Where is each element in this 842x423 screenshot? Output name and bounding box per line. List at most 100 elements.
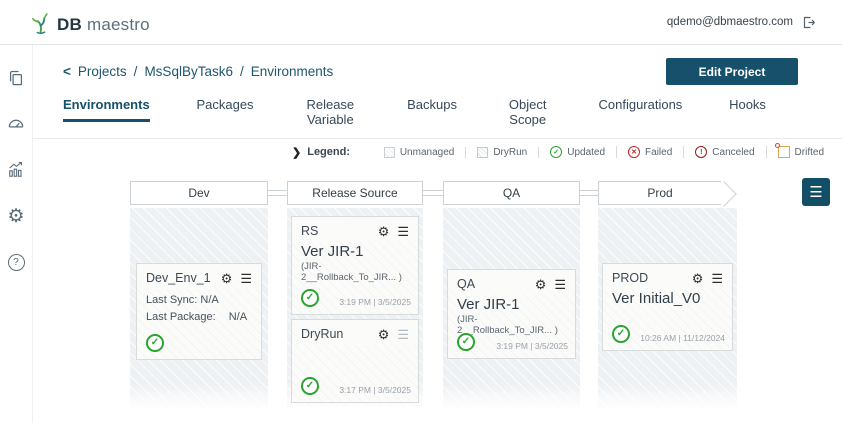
logout-icon[interactable] bbox=[801, 15, 816, 30]
last-package-line: Last Package:N/A bbox=[137, 306, 261, 323]
analytics-chart-icon bbox=[6, 160, 26, 180]
tab-label: Configurations bbox=[598, 97, 682, 119]
status-updated-icon: ✓ bbox=[457, 333, 475, 351]
card-title: PROD bbox=[612, 271, 648, 285]
legend-label: Legend: bbox=[307, 146, 350, 158]
card-icons: ⚙ ☰ bbox=[378, 225, 409, 238]
card-timestamp: 10:26 AM | 11/12/2024 bbox=[640, 333, 725, 343]
card-timestamp: 3:19 PM | 3/5/2025 bbox=[339, 297, 411, 307]
gear-icon[interactable]: ⚙ bbox=[378, 225, 390, 238]
sidebar-item-help[interactable]: ? bbox=[5, 251, 27, 273]
legend-item-drifted: Drifted bbox=[767, 146, 835, 158]
brand-logo[interactable]: DBmaestro bbox=[30, 9, 150, 35]
pipeline-menu-button[interactable]: ☰ bbox=[802, 178, 830, 206]
stage-connector bbox=[580, 190, 598, 196]
legend-item-label: Drifted bbox=[795, 147, 824, 158]
breadcrumb-item-projects[interactable]: Projects bbox=[78, 64, 127, 79]
tab-release-variable[interactable]: Release Variable bbox=[300, 97, 360, 134]
env-card-dryrun[interactable]: DryRun ⚙ ☰ ✓ 3:17 PM | 3/5/2025 bbox=[291, 319, 419, 403]
updated-check-icon: ✓ bbox=[550, 146, 562, 158]
dbmaestro-tree-icon bbox=[30, 9, 52, 35]
legend-item-label: DryRun bbox=[493, 147, 527, 158]
gear-icon[interactable]: ⚙ bbox=[221, 272, 233, 285]
drifted-badge-icon bbox=[775, 143, 780, 148]
card-icons: ⚙ ☰ bbox=[221, 272, 252, 285]
card-timestamp: 3:19 PM | 3/5/2025 bbox=[496, 341, 568, 351]
sidebar-item-settings[interactable]: ⚙ bbox=[5, 205, 27, 227]
menu-icon[interactable]: ☰ bbox=[240, 272, 252, 285]
failed-x-icon: ✕ bbox=[628, 146, 640, 158]
sidebar-item-dashboard[interactable] bbox=[5, 113, 27, 135]
legend-item-canceled: ! Canceled bbox=[684, 146, 766, 158]
env-card-prod[interactable]: PROD ⚙ ☰ Ver Initial_V0 ✓ 10:26 AM | 11/… bbox=[602, 263, 733, 351]
pipeline: Dev Release Source QA Prod ☰ Dev_Env_1 ⚙ bbox=[33, 165, 842, 423]
check-glyph: ✓ bbox=[462, 337, 470, 347]
menu-icon[interactable]: ☰ bbox=[397, 328, 409, 341]
card-footer: ✓ 3:19 PM | 3/5/2025 bbox=[301, 289, 411, 307]
menu-icon[interactable]: ☰ bbox=[397, 225, 409, 238]
tab-backups[interactable]: Backups bbox=[407, 97, 457, 119]
breadcrumb-row: < Projects / MsSqlByTask6 / Environments… bbox=[63, 58, 798, 85]
gear-icon[interactable]: ⚙ bbox=[535, 278, 547, 291]
tab-label: Environments bbox=[63, 97, 150, 122]
breadcrumb: < Projects / MsSqlByTask6 / Environments bbox=[63, 64, 333, 79]
tab-environments[interactable]: Environments bbox=[63, 97, 150, 122]
edit-project-button[interactable]: Edit Project bbox=[666, 58, 798, 85]
status-updated-icon: ✓ bbox=[301, 289, 319, 307]
stage-connector bbox=[423, 190, 443, 196]
exclaim-glyph: ! bbox=[700, 149, 702, 156]
card-footer: ✓ bbox=[146, 334, 254, 352]
canceled-exclaim-icon: ! bbox=[695, 146, 707, 158]
stage-header-dev: Dev bbox=[130, 181, 268, 205]
card-header: DryRun ⚙ ☰ bbox=[292, 320, 418, 345]
legend-item-label: Canceled bbox=[712, 147, 754, 158]
card-footer: ✓ 3:19 PM | 3/5/2025 bbox=[457, 333, 568, 351]
tab-object-scope[interactable]: Object Scope bbox=[504, 97, 552, 134]
tab-configurations[interactable]: Configurations bbox=[598, 97, 682, 119]
tab-label: Backups bbox=[407, 97, 457, 119]
status-updated-icon: ✓ bbox=[612, 325, 630, 343]
env-card-release-source[interactable]: RS ⚙ ☰ Ver JIR-1 (JIR-2__Rollback_To_JIR… bbox=[291, 216, 419, 315]
legend-items: Unmanaged DryRun ✓ Updated ✕ Failed ! Ca… bbox=[373, 146, 835, 158]
card-title: RS bbox=[301, 224, 318, 238]
dryrun-icon bbox=[477, 147, 488, 158]
stage-header-release-source: Release Source bbox=[287, 181, 423, 205]
menu-icon[interactable]: ☰ bbox=[554, 278, 566, 291]
sidebar-item-analytics[interactable] bbox=[5, 159, 27, 181]
card-header: Dev_Env_1 ⚙ ☰ bbox=[137, 264, 261, 289]
breadcrumb-item-project-name[interactable]: MsSqlByTask6 bbox=[144, 64, 233, 79]
user-account: qdemo@dbmaestro.com bbox=[667, 15, 816, 30]
sidebar-item-projects[interactable] bbox=[5, 67, 27, 89]
gear-icon[interactable]: ⚙ bbox=[692, 272, 704, 285]
card-header: QA ⚙ ☰ bbox=[448, 270, 575, 295]
env-card-qa[interactable]: QA ⚙ ☰ Ver JIR-1 (JIR-2__Rollback_To_JIR… bbox=[447, 269, 576, 359]
breadcrumb-back-chevron[interactable]: < bbox=[63, 64, 71, 79]
card-title: Dev_Env_1 bbox=[146, 271, 211, 285]
tab-packages[interactable]: Packages bbox=[196, 97, 253, 119]
tab-label: Packages bbox=[196, 97, 253, 119]
brand-db-text: DB bbox=[57, 15, 82, 35]
topbar: DBmaestro qdemo@dbmaestro.com bbox=[0, 0, 842, 45]
card-icons: ⚙ ☰ bbox=[535, 278, 566, 291]
x-glyph: ✕ bbox=[631, 149, 637, 156]
card-timestamp: 3:17 PM | 3/5/2025 bbox=[339, 385, 411, 395]
tab-hooks[interactable]: Hooks bbox=[729, 97, 766, 119]
tab-label: Hooks bbox=[729, 97, 766, 119]
legend-bar: ❯ Legend: Unmanaged DryRun ✓ Updated ✕ F… bbox=[33, 138, 842, 165]
legend-item-updated: ✓ Updated bbox=[539, 146, 617, 158]
legend-chevron-icon[interactable]: ❯ bbox=[292, 146, 301, 159]
legend-item-dryrun: DryRun bbox=[466, 147, 539, 158]
settings-gear-icon: ⚙ bbox=[7, 207, 24, 226]
env-card-dev-env-1[interactable]: Dev_Env_1 ⚙ ☰ Last Sync: N/A Last Packag… bbox=[136, 263, 262, 360]
last-sync-text: Last Sync: N/A bbox=[137, 289, 261, 306]
tab-label: Release Variable bbox=[300, 97, 360, 134]
card-icons: ⚙ ☰ bbox=[692, 272, 723, 285]
card-header: PROD ⚙ ☰ bbox=[603, 264, 732, 289]
card-title: DryRun bbox=[301, 327, 343, 341]
check-glyph: ✓ bbox=[617, 329, 625, 339]
gear-icon[interactable]: ⚙ bbox=[378, 328, 390, 341]
sidebar: ⚙ ? bbox=[0, 45, 33, 423]
menu-icon[interactable]: ☰ bbox=[711, 272, 723, 285]
breadcrumb-item-environments[interactable]: Environments bbox=[251, 64, 334, 79]
brand-maestro-text: maestro bbox=[87, 15, 150, 35]
